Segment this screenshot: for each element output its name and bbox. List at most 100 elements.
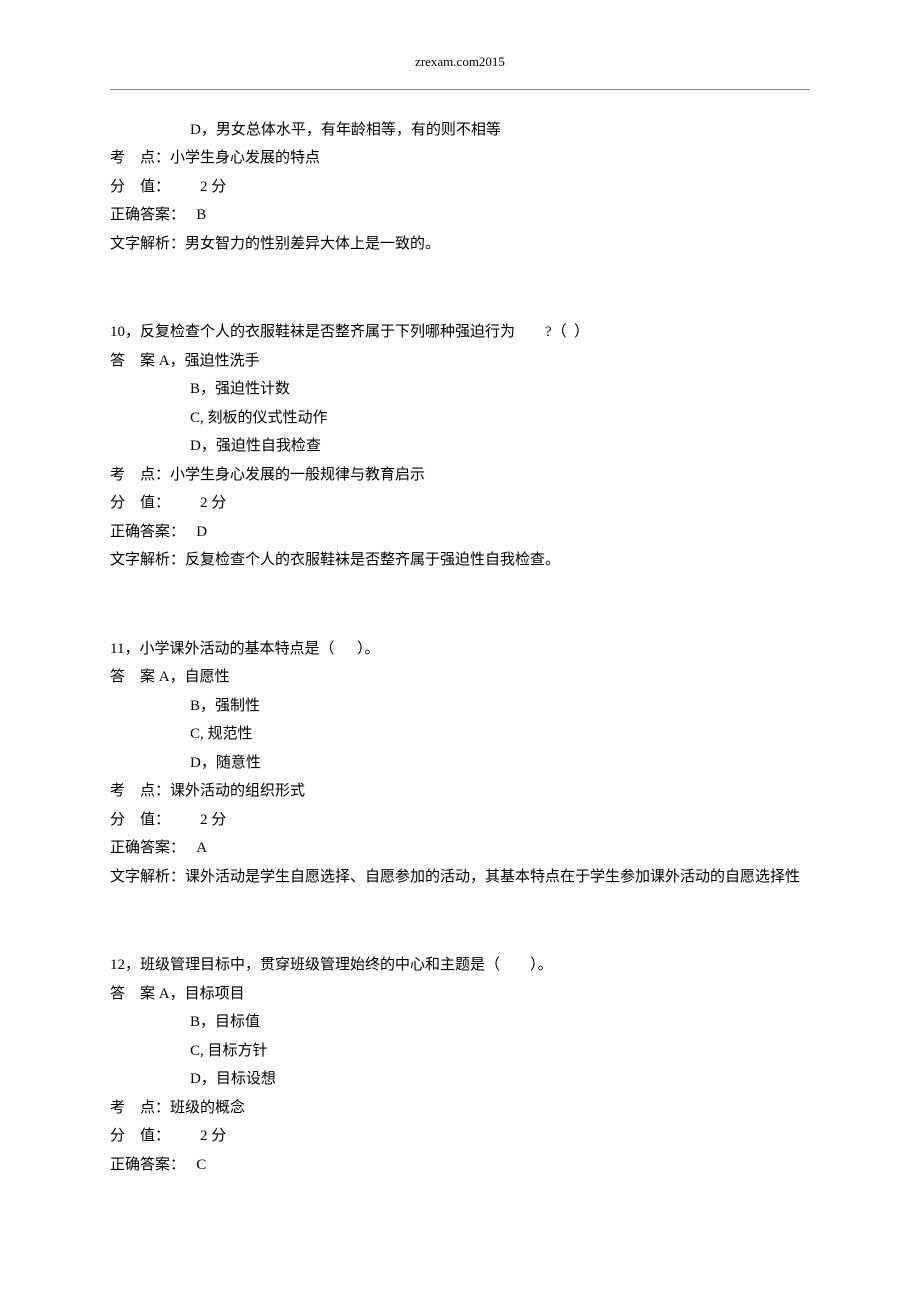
explain-label: 文字解析： (110, 552, 185, 568)
q11-option-a: 答 案 A，自愿性 (110, 663, 810, 692)
page: zrexam.com2015 D，男女总体水平，有年龄相等，有的则不相等 考 点… (0, 0, 920, 1303)
q11-option-b: B，强制性 (110, 692, 810, 721)
option-text: 随意性 (216, 755, 261, 771)
q12-option-b: B，目标值 (110, 1008, 810, 1037)
topic-label: 考 点： (110, 150, 170, 166)
option-text: 刻板的仪式性动作 (208, 410, 328, 426)
q11-option-c: C, 规范性 (110, 720, 810, 749)
question-number: 10， (110, 324, 140, 340)
topic-label: 考 点： (110, 783, 170, 799)
option-label: A， (159, 353, 185, 369)
q9-score: 分 值： 2 分 (110, 173, 810, 202)
q12-option-c: C, 目标方针 (110, 1037, 810, 1066)
answer-label: 正确答案： (110, 1157, 196, 1173)
option-label: D， (190, 438, 216, 454)
q11-answer: 正确答案： A (110, 834, 810, 863)
option-text: 男女总体水平，有年龄相等，有的则不相等 (216, 122, 501, 138)
header-rule (110, 89, 810, 90)
answer-line-label: 答 案 (110, 353, 159, 369)
option-text: 目标值 (215, 1014, 260, 1030)
q11-explain: 文字解析：课外活动是学生自愿选择、自愿参加的活动，其基本特点在于学生参加课外活动… (110, 863, 810, 892)
option-text: 目标项目 (185, 986, 245, 1002)
q10-option-c: C, 刻板的仪式性动作 (110, 404, 810, 433)
q12-topic: 考 点：班级的概念 (110, 1094, 810, 1123)
option-label: A， (159, 669, 185, 685)
q11-stem: 11，小学课外活动的基本特点是（ ）。 (110, 635, 810, 664)
question-number: 11， (110, 641, 139, 657)
topic-text: 班级的概念 (170, 1100, 245, 1116)
option-text: 规范性 (208, 726, 253, 742)
option-label: D， (190, 122, 216, 138)
explain-label: 文字解析： (110, 236, 185, 252)
option-text: 强制性 (215, 698, 260, 714)
topic-text: 小学生身心发展的一般规律与教育启示 (170, 467, 425, 483)
explain-text: 男女智力的性别差异大体上是一致的。 (185, 236, 440, 252)
topic-label: 考 点： (110, 1100, 170, 1116)
score-text: 2 分 (170, 1128, 226, 1144)
topic-text: 小学生身心发展的特点 (170, 150, 320, 166)
answer-text: B (196, 207, 206, 223)
question-10: 10，反复检查个人的衣服鞋袜是否整齐属于下列哪种强迫行为 ?（ ） 答 案 A，… (110, 318, 810, 575)
option-label: D， (190, 1071, 216, 1087)
option-label: B， (190, 698, 215, 714)
question-stem: 反复检查个人的衣服鞋袜是否整齐属于下列哪种强迫行为 ?（ ） (140, 324, 589, 340)
answer-text: C (196, 1157, 206, 1173)
option-text: 目标设想 (216, 1071, 276, 1087)
q9-answer: 正确答案： B (110, 201, 810, 230)
answer-label: 正确答案： (110, 207, 196, 223)
q10-explain: 文字解析：反复检查个人的衣服鞋袜是否整齐属于强迫性自我检查。 (110, 546, 810, 575)
explain-text: 课外活动是学生自愿选择、自愿参加的活动，其基本特点在于学生参加课外活动的自愿选择… (185, 869, 800, 885)
answer-label: 正确答案： (110, 840, 196, 856)
q12-answer: 正确答案： C (110, 1151, 810, 1180)
option-label: B， (190, 381, 215, 397)
option-label: B， (190, 1014, 215, 1030)
q10-option-b: B，强迫性计数 (110, 375, 810, 404)
score-label: 分 值： (110, 495, 170, 511)
answer-text: A (196, 840, 207, 856)
option-text: 强迫性计数 (215, 381, 290, 397)
q11-option-d: D，随意性 (110, 749, 810, 778)
question-stem: 小学课外活动的基本特点是（ ）。 (139, 641, 379, 657)
q10-stem: 10，反复检查个人的衣服鞋袜是否整齐属于下列哪种强迫行为 ?（ ） (110, 318, 810, 347)
option-text: 强迫性洗手 (185, 353, 260, 369)
option-text: 自愿性 (185, 669, 230, 685)
option-label: D， (190, 755, 216, 771)
q10-option-a: 答 案 A，强迫性洗手 (110, 347, 810, 376)
answer-line-label: 答 案 (110, 986, 159, 1002)
question-stem: 班级管理目标中，贯穿班级管理始终的中心和主题是（ ）。 (140, 957, 553, 973)
q9-option-d: D，男女总体水平，有年龄相等，有的则不相等 (110, 116, 810, 145)
score-text: 2 分 (170, 179, 226, 195)
q12-option-d: D，目标设想 (110, 1065, 810, 1094)
score-label: 分 值： (110, 179, 170, 195)
question-11: 11，小学课外活动的基本特点是（ ）。 答 案 A，自愿性 B，强制性 C, 规… (110, 635, 810, 892)
q11-score: 分 值： 2 分 (110, 806, 810, 835)
option-label: C, (190, 726, 208, 742)
score-text: 2 分 (170, 495, 226, 511)
q10-answer: 正确答案： D (110, 518, 810, 547)
option-label: C, (190, 410, 208, 426)
option-text: 目标方针 (208, 1043, 268, 1059)
answer-line-label: 答 案 (110, 669, 159, 685)
q12-option-a: 答 案 A，目标项目 (110, 980, 810, 1009)
page-header: zrexam.com2015 (110, 50, 810, 75)
score-text: 2 分 (170, 812, 226, 828)
explain-label: 文字解析： (110, 869, 185, 885)
q10-option-d: D，强迫性自我检查 (110, 432, 810, 461)
q11-topic: 考 点：课外活动的组织形式 (110, 777, 810, 806)
answer-label: 正确答案： (110, 524, 196, 540)
explain-text: 反复检查个人的衣服鞋袜是否整齐属于强迫性自我检查。 (185, 552, 560, 568)
q9-explain: 文字解析：男女智力的性别差异大体上是一致的。 (110, 230, 810, 259)
score-label: 分 值： (110, 1128, 170, 1144)
q10-score: 分 值： 2 分 (110, 489, 810, 518)
option-text: 强迫性自我检查 (216, 438, 321, 454)
q10-topic: 考 点：小学生身心发展的一般规律与教育启示 (110, 461, 810, 490)
q9-topic: 考 点：小学生身心发展的特点 (110, 144, 810, 173)
option-label: A， (159, 986, 185, 1002)
header-text: zrexam.com2015 (415, 54, 505, 69)
q12-score: 分 值： 2 分 (110, 1122, 810, 1151)
question-12: 12，班级管理目标中，贯穿班级管理始终的中心和主题是（ ）。 答 案 A，目标项… (110, 951, 810, 1179)
question-number: 12， (110, 957, 140, 973)
option-label: C, (190, 1043, 208, 1059)
topic-label: 考 点： (110, 467, 170, 483)
topic-text: 课外活动的组织形式 (170, 783, 305, 799)
